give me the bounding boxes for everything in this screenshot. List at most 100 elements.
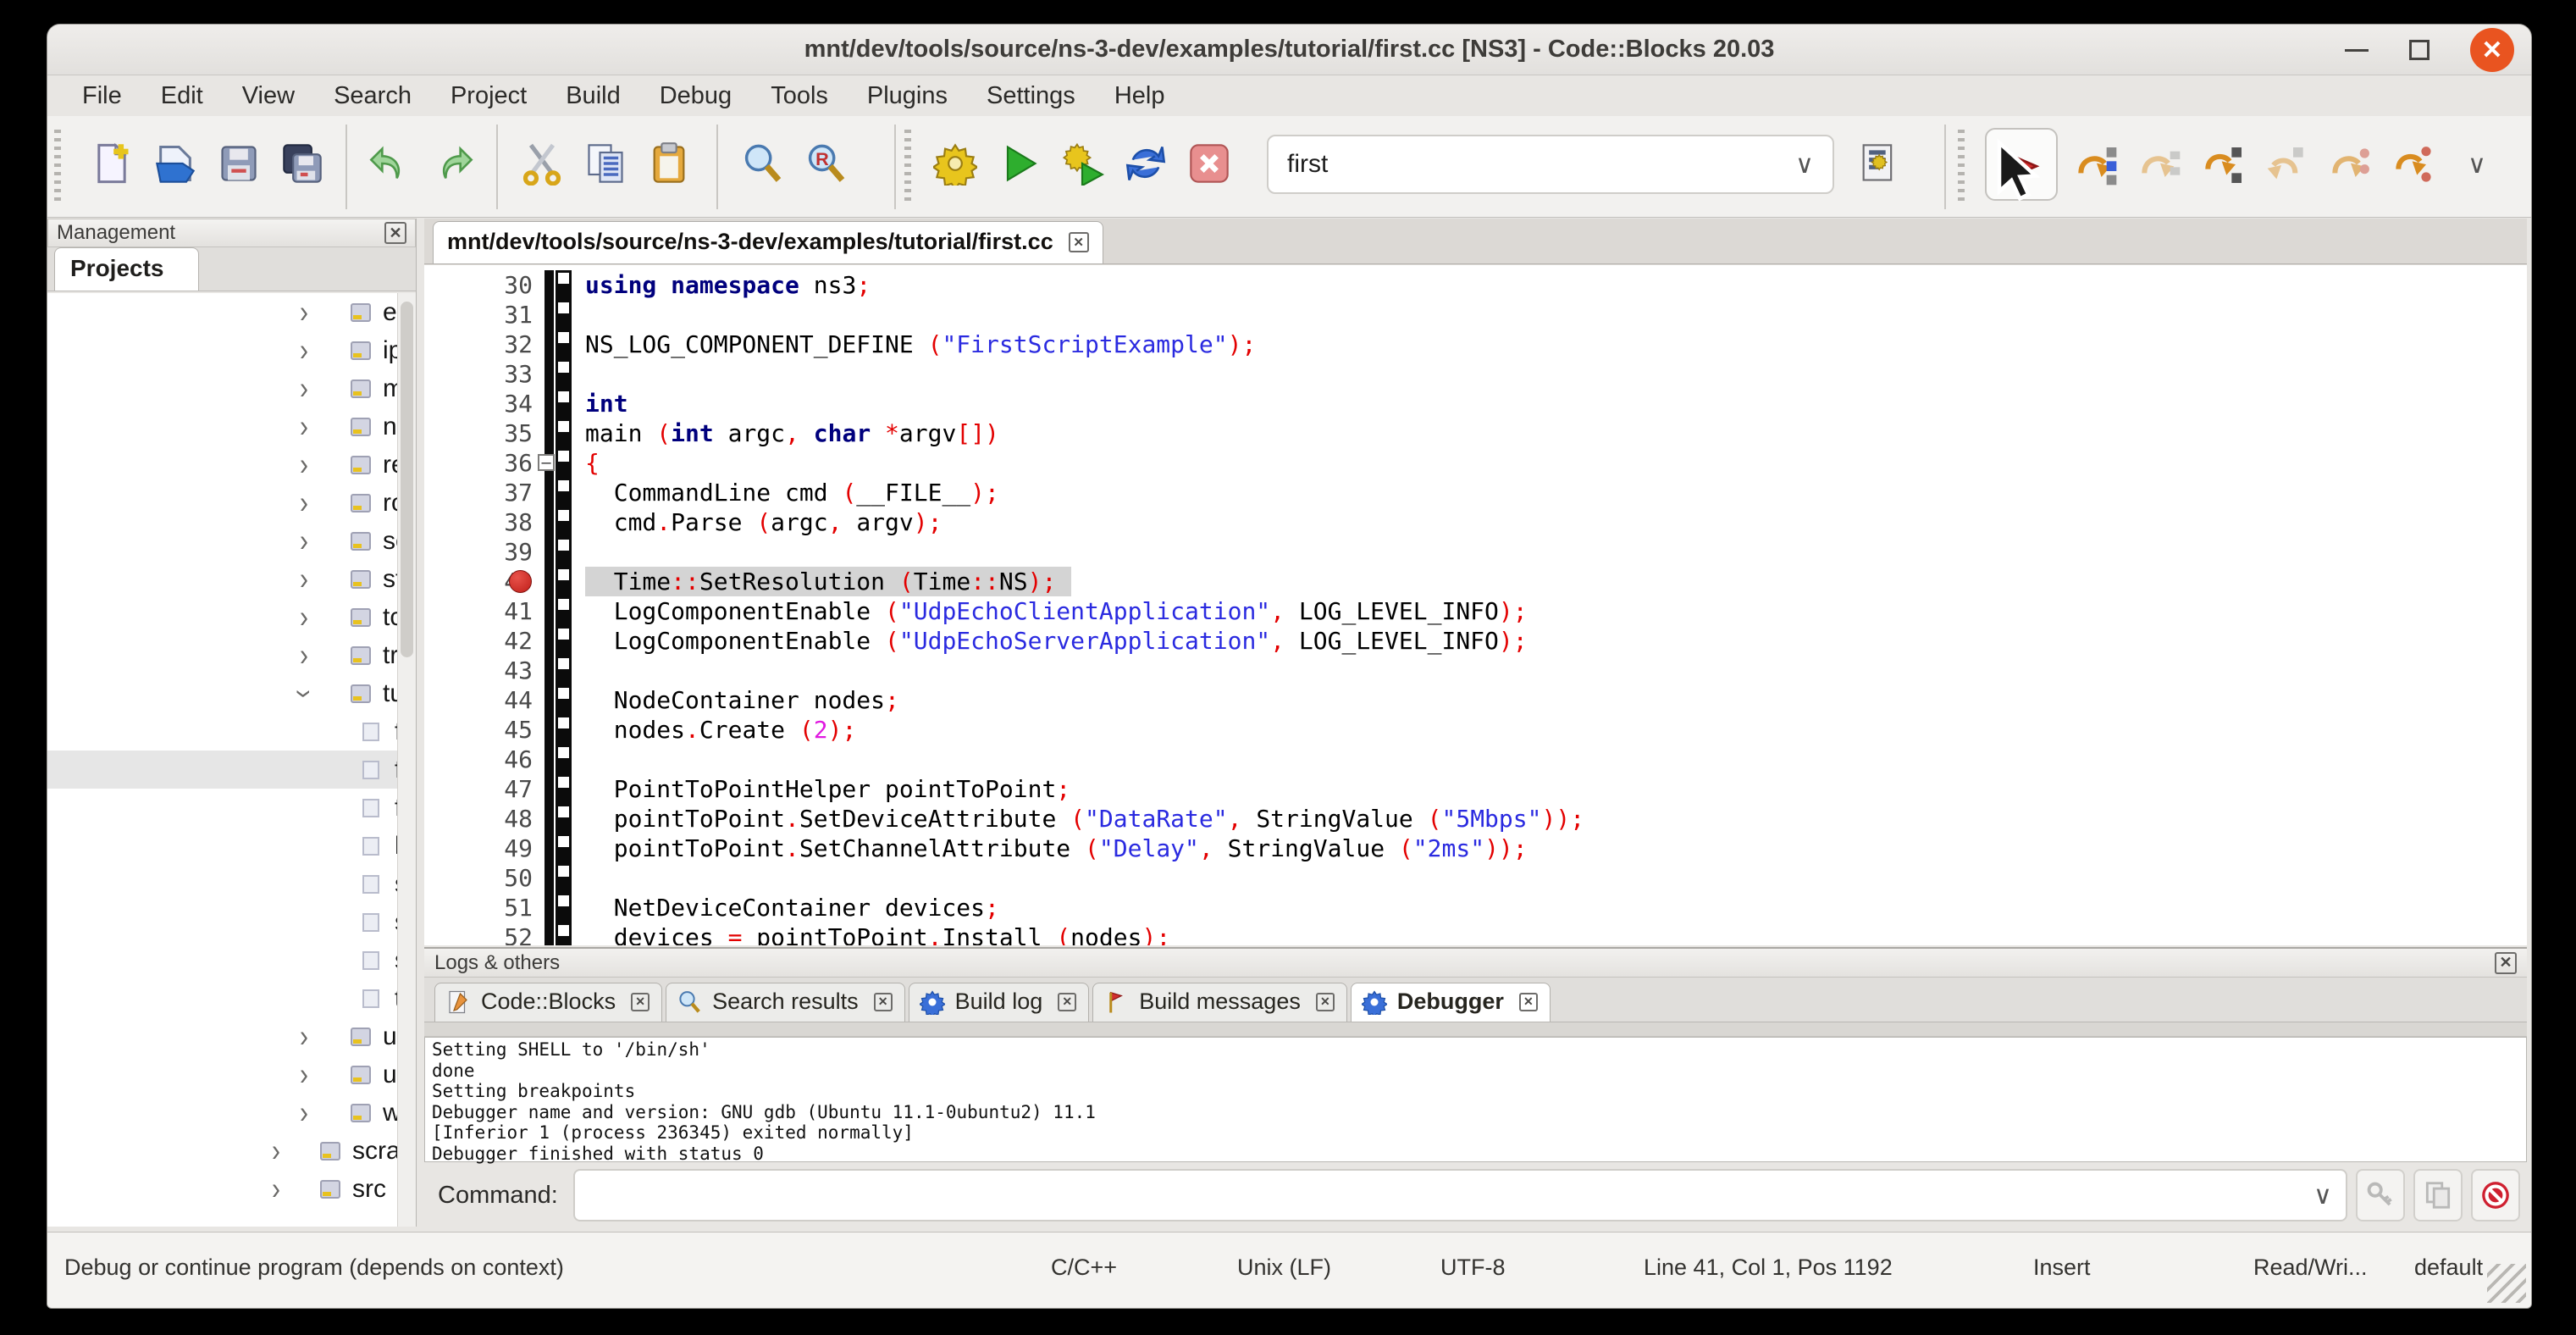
toolbar-grip[interactable] <box>1958 130 1965 204</box>
chevron-collapsed-icon[interactable]: › <box>300 370 308 407</box>
menu-search[interactable]: Search <box>314 82 431 110</box>
tree-item-nam[interactable]: ›nam <box>47 407 397 446</box>
code-line-45[interactable]: 45 nodes.Create (2); <box>424 715 2527 745</box>
chevron-collapsed-icon[interactable]: › <box>272 1133 280 1169</box>
find-button[interactable] <box>735 136 789 191</box>
chevron-collapsed-icon[interactable]: › <box>300 523 308 559</box>
menu-view[interactable]: View <box>223 82 314 110</box>
log-tab-build-messages[interactable]: Build messages✕ <box>1092 983 1347 1022</box>
code-view[interactable]: 30using namespace ns3;3132NS_LOG_COMPONE… <box>424 265 2527 945</box>
minimize-button[interactable] <box>2345 49 2369 52</box>
toolbar-grip[interactable] <box>904 130 911 204</box>
debugger-output[interactable]: Setting SHELL to '/bin/sh'doneSetting br… <box>424 1037 2527 1162</box>
menu-project[interactable]: Project <box>431 82 546 110</box>
chevron-collapsed-icon[interactable]: › <box>272 1171 280 1207</box>
code-line-34[interactable]: 34int <box>424 389 2527 418</box>
tree-item-fir[interactable]: fir <box>47 751 397 789</box>
breakpoint-margin[interactable] <box>544 596 572 626</box>
tree-item-trafl[interactable]: ›trafl <box>47 636 397 674</box>
chevron-collapsed-icon[interactable]: › <box>300 408 308 445</box>
menu-build[interactable]: Build <box>546 82 640 110</box>
step-out-button[interactable] <box>2264 141 2311 189</box>
breakpoint-margin[interactable] <box>544 270 572 300</box>
open-file-button[interactable] <box>148 136 202 191</box>
line-number[interactable]: 33 <box>424 359 533 389</box>
chevron-collapsed-icon[interactable]: › <box>300 485 308 521</box>
line-number[interactable]: 38 <box>424 507 533 537</box>
tree-item-ipv6[interactable]: ›ipv6 <box>47 331 397 369</box>
code-line-52[interactable]: 52 devices = pointToPoint.Install (nodes… <box>424 922 2527 945</box>
line-number[interactable]: 32 <box>424 330 533 359</box>
breakpoint-margin[interactable] <box>544 863 572 893</box>
management-close-icon[interactable]: ✕ <box>384 222 406 244</box>
toolbar-grip[interactable] <box>54 130 61 204</box>
line-number[interactable]: 37 <box>424 478 533 507</box>
next-instruction-button[interactable] <box>2327 141 2374 189</box>
tree-item-six[interactable]: six <box>47 941 397 979</box>
tree-item-sock[interactable]: ›sock <box>47 522 397 560</box>
menu-edit[interactable]: Edit <box>141 82 223 110</box>
line-number[interactable]: 42 <box>424 626 533 656</box>
breakpoint-margin[interactable] <box>544 359 572 389</box>
code-line-31[interactable]: 31 <box>424 300 2527 330</box>
code-line-48[interactable]: 48 pointToPoint.SetDeviceAttribute ("Dat… <box>424 804 2527 834</box>
breakpoint-margin[interactable] <box>544 804 572 834</box>
title-bar[interactable]: mnt/dev/tools/source/ns-3-dev/examples/t… <box>47 25 2531 75</box>
resize-grip[interactable] <box>2487 1264 2526 1303</box>
menu-debug[interactable]: Debug <box>640 82 751 110</box>
cut-button[interactable] <box>515 136 569 191</box>
menu-file[interactable]: File <box>63 82 141 110</box>
code-line-33[interactable]: 33 <box>424 359 2527 389</box>
breakpoint-margin[interactable] <box>544 774 572 804</box>
log-tab-code-blocks[interactable]: Code::Blocks✕ <box>434 983 662 1022</box>
code-line-36[interactable]: 36–{ <box>424 448 2527 478</box>
log-tab-close-icon[interactable]: ✕ <box>874 993 893 1011</box>
line-number[interactable]: 51 <box>424 893 533 922</box>
search-combobox[interactable]: first ∨ <box>1267 135 1834 194</box>
line-number[interactable]: 41 <box>424 596 533 626</box>
paste-button[interactable] <box>642 136 696 191</box>
code-line-32[interactable]: 32NS_LOG_COMPONENT_DEFINE ("FirstScriptE… <box>424 330 2527 359</box>
code-line-30[interactable]: 30using namespace ns3; <box>424 270 2527 300</box>
step-into-button[interactable] <box>2200 141 2247 189</box>
tree-item-fif[interactable]: fif <box>47 712 397 751</box>
fold-collapse-icon[interactable]: – <box>538 454 555 471</box>
logs-close-icon[interactable]: ✕ <box>2495 952 2517 974</box>
tree-item-erro[interactable]: ›erro <box>47 293 397 331</box>
code-line-43[interactable]: 43 <box>424 656 2527 685</box>
line-number[interactable]: 34 <box>424 389 533 418</box>
rebuild-button[interactable] <box>1119 136 1173 191</box>
breakpoint-margin[interactable] <box>544 685 572 715</box>
menu-tools[interactable]: Tools <box>751 82 848 110</box>
command-input[interactable]: ∨ <box>573 1169 2347 1221</box>
editor-tab-close-icon[interactable]: ✕ <box>1069 232 1089 252</box>
menu-help[interactable]: Help <box>1095 82 1185 110</box>
tree-item-src[interactable]: ›src <box>47 1170 397 1208</box>
line-number[interactable]: 43 <box>424 656 533 685</box>
log-tab-close-icon[interactable]: ✕ <box>1519 993 1538 1011</box>
step-into-instruction-button[interactable] <box>2391 141 2438 189</box>
line-number[interactable]: 36 <box>424 448 533 478</box>
tab-projects[interactable]: Projects <box>54 247 199 291</box>
code-line-49[interactable]: 49 pointToPoint.SetChannelAttribute ("De… <box>424 834 2527 863</box>
tree-item-se[interactable]: se <box>47 903 397 941</box>
breakpoint-margin[interactable] <box>544 300 572 330</box>
code-line-42[interactable]: 42 LogComponentEnable ("UdpEchoServerApp… <box>424 626 2527 656</box>
editor-tab-first-cc[interactable]: mnt/dev/tools/source/ns-3-dev/examples/t… <box>433 221 1103 263</box>
tree-item-th[interactable]: th <box>47 979 397 1017</box>
save-button[interactable] <box>212 136 266 191</box>
line-number[interactable]: 52 <box>424 922 533 945</box>
line-number[interactable]: 46 <box>424 745 533 774</box>
menu-settings[interactable]: Settings <box>967 82 1095 110</box>
new-file-button[interactable] <box>85 136 139 191</box>
redo-button[interactable] <box>426 136 480 191</box>
line-number[interactable]: 30 <box>424 270 533 300</box>
breakpoint-margin[interactable] <box>544 507 572 537</box>
breakpoint-margin[interactable] <box>544 893 572 922</box>
breakpoint-margin[interactable] <box>544 330 572 359</box>
log-tab-build-log[interactable]: Build log✕ <box>909 983 1090 1022</box>
breakpoint-margin[interactable] <box>544 389 572 418</box>
line-number[interactable]: 45 <box>424 715 533 745</box>
chevron-collapsed-icon[interactable]: › <box>300 332 308 368</box>
breakpoint-margin[interactable] <box>544 478 572 507</box>
